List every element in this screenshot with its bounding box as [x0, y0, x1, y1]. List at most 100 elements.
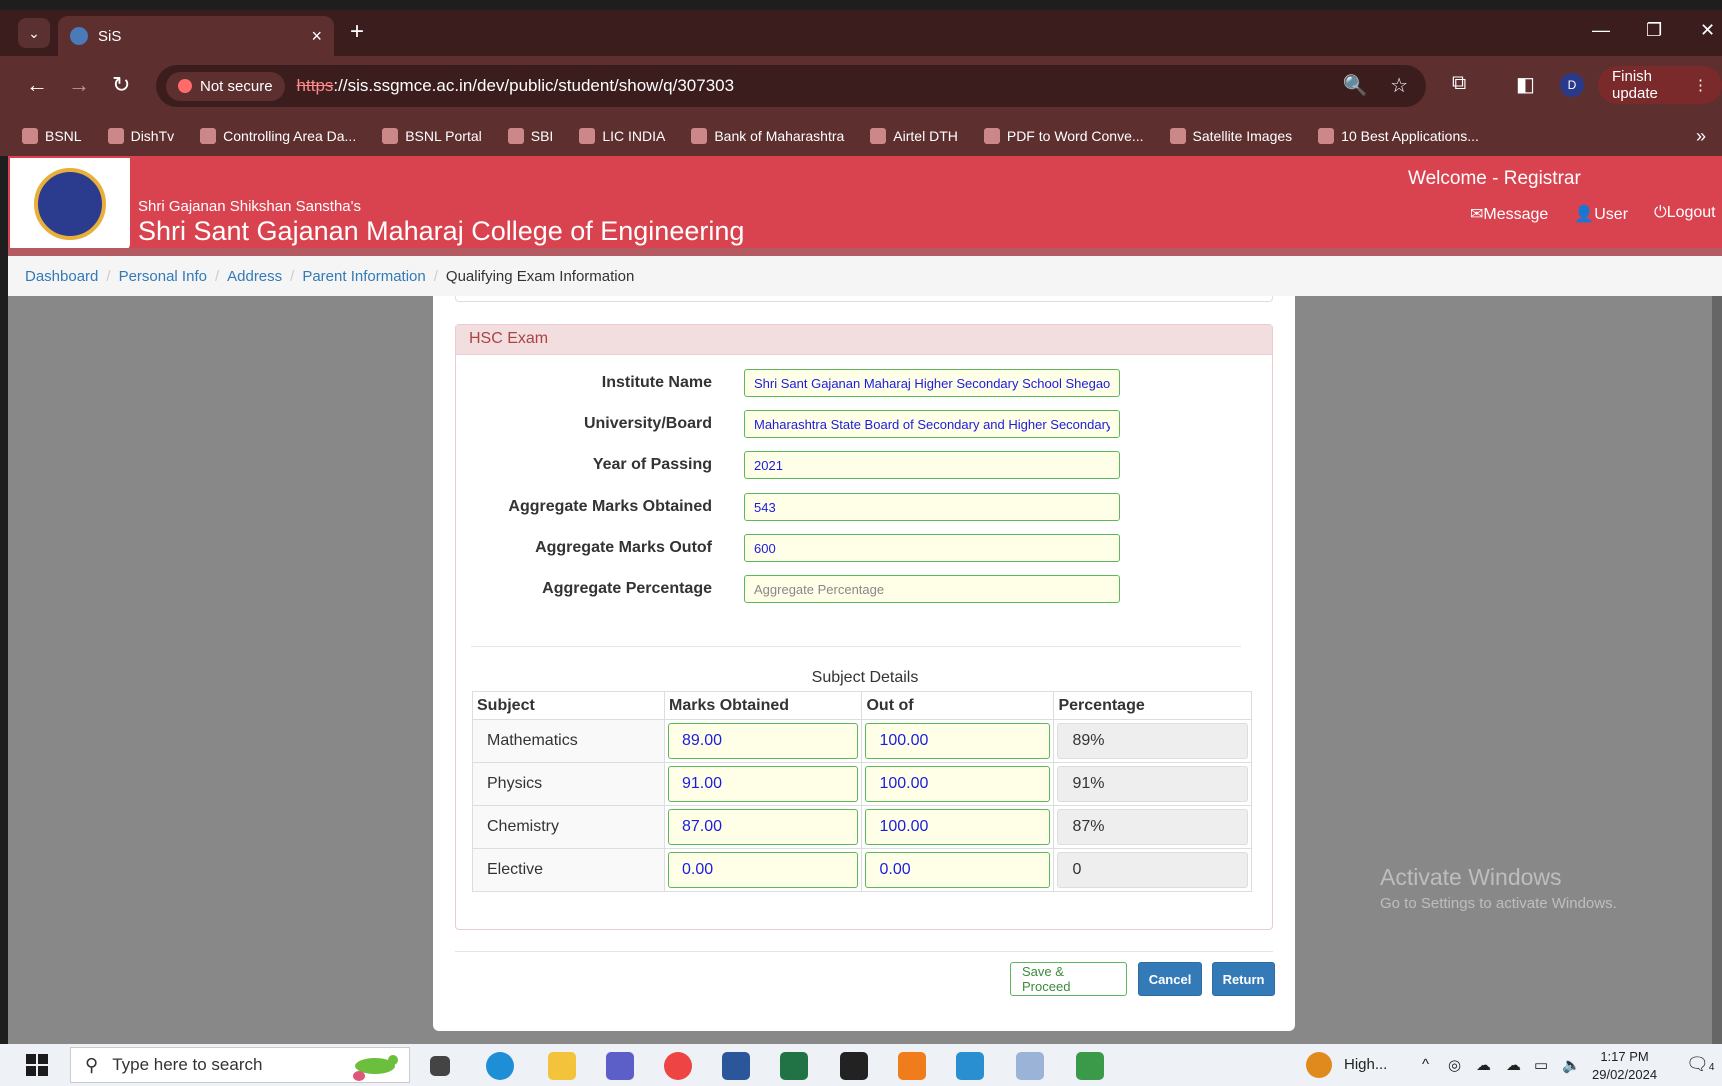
omnibox-icons: 🔍 ☆	[1343, 73, 1408, 98]
file-explorer-icon[interactable]	[548, 1052, 576, 1080]
network-icon[interactable]: ◎	[1448, 1056, 1461, 1074]
out-of-input[interactable]: 100.00	[865, 809, 1051, 845]
chevron-up-icon[interactable]: ^	[1422, 1056, 1429, 1073]
tab-search-button[interactable]: ⌄	[18, 18, 50, 48]
field-input[interactable]	[744, 369, 1120, 397]
return-button[interactable]: Return	[1212, 962, 1275, 996]
onedrive-icon[interactable]: ☁	[1476, 1056, 1491, 1074]
bookmark-item[interactable]: Controlling Area Da...	[200, 128, 356, 144]
percentage-readonly-cell: 89%	[1053, 719, 1252, 763]
back-icon[interactable]: ←	[26, 72, 48, 98]
breadcrumb-separator: /	[433, 267, 438, 285]
teams-icon[interactable]	[606, 1052, 634, 1080]
close-tab-icon[interactable]: ×	[311, 26, 322, 47]
url-text: ://sis.ssgmce.ac.in/dev/public/student/s…	[333, 76, 735, 95]
out-of-input[interactable]: 100.00	[865, 766, 1051, 802]
word-icon[interactable]	[722, 1052, 750, 1080]
windows-start-icon[interactable]	[26, 1054, 48, 1076]
table-row: Mathematics 89.00 100.00 89%	[472, 719, 1252, 763]
side-panel-icon[interactable]: ◧	[1516, 72, 1535, 97]
bookmark-favicon-icon	[1318, 128, 1335, 144]
cloud-icon[interactable]: ☁	[1506, 1056, 1521, 1074]
bookmark-item[interactable]: SBI	[507, 128, 553, 144]
paint-icon[interactable]	[1016, 1052, 1044, 1080]
cancel-button[interactable]: Cancel	[1138, 962, 1202, 996]
breadcrumb-separator: /	[290, 267, 295, 285]
breadcrumb-link[interactable]: Dashboard	[25, 268, 98, 285]
breadcrumb-link[interactable]: Parent Information	[302, 268, 425, 285]
field-input[interactable]	[744, 534, 1120, 562]
sublime-icon[interactable]	[898, 1052, 926, 1080]
forward-icon[interactable]: →	[68, 72, 90, 98]
notification-icon[interactable]: 🗨4	[1686, 1054, 1714, 1075]
edge-icon[interactable]	[486, 1052, 514, 1080]
extensions-icon[interactable]: ⧉	[1452, 72, 1466, 95]
out-of-input[interactable]: 0.00	[865, 852, 1051, 888]
panel-heading: HSC Exam	[456, 325, 1272, 355]
star-icon[interactable]: ☆	[1390, 75, 1408, 97]
bookmark-item[interactable]: Bank of Maharashtra	[691, 128, 844, 144]
more-bookmarks-icon[interactable]: »	[1696, 126, 1706, 147]
clock[interactable]: 1:17 PM 29/02/2024	[1592, 1048, 1657, 1084]
field-input[interactable]	[744, 575, 1120, 603]
watermark-line1: Activate Windows	[1380, 864, 1562, 890]
bookmark-item[interactable]: BSNL	[22, 128, 82, 144]
finish-update-button[interactable]: Finish update ⋮	[1598, 66, 1722, 104]
chrome-icon[interactable]	[664, 1052, 692, 1080]
tab-sis[interactable]: SiS ×	[58, 16, 334, 56]
bookmark-item[interactable]: Airtel DTH	[870, 128, 958, 144]
scrollbar[interactable]	[1712, 296, 1722, 1044]
restore-icon[interactable]: ❐	[1646, 20, 1662, 41]
bookmark-item[interactable]: DishTv	[107, 128, 174, 144]
close-window-icon[interactable]: ✕	[1700, 20, 1715, 41]
powershell-icon[interactable]	[956, 1052, 984, 1080]
weather-icon[interactable]	[1306, 1052, 1332, 1078]
form-row: University/Board	[456, 410, 1274, 438]
out-of-input[interactable]: 100.00	[865, 723, 1051, 759]
form-row: Aggregate Percentage	[456, 575, 1274, 603]
bookmark-label: PDF to Word Conve...	[1006, 128, 1144, 144]
minimize-icon[interactable]: —	[1592, 20, 1610, 41]
bookmark-favicon-icon	[200, 128, 217, 144]
field-input[interactable]	[744, 410, 1120, 438]
profile-avatar[interactable]: D	[1560, 73, 1584, 97]
column-header: Percentage	[1053, 691, 1252, 720]
marks-obtained-input[interactable]: 91.00	[668, 766, 859, 802]
bookmark-item[interactable]: PDF to Word Conve...	[983, 128, 1144, 144]
display-icon[interactable]: ▭	[1534, 1056, 1548, 1074]
terminal-icon[interactable]	[840, 1052, 868, 1080]
form-row: Aggregate Marks Outof	[456, 534, 1274, 562]
save-proceed-button[interactable]: Save & Proceed	[1010, 962, 1127, 996]
bookmark-item[interactable]: BSNL Portal	[382, 128, 482, 144]
task-view-icon[interactable]	[430, 1056, 450, 1076]
bookmark-item[interactable]: Satellite Images	[1169, 128, 1292, 144]
bookmarks-bar: BSNL DishTv Controlling Area Da... BSNL Por…	[0, 116, 1722, 156]
app-icon[interactable]	[1076, 1052, 1104, 1080]
bookmark-item[interactable]: 10 Best Applications...	[1318, 128, 1479, 144]
volume-icon[interactable]: 🔈	[1562, 1056, 1581, 1074]
bookmark-label: Controlling Area Da...	[223, 128, 357, 144]
new-tab-button[interactable]: +	[350, 18, 364, 46]
address-bar[interactable]: Not secure https ://sis.ssgmce.ac.in/dev…	[156, 65, 1426, 107]
marks-obtained-input[interactable]: 0.00	[668, 852, 859, 888]
logout-link[interactable]: ⏻Logout	[1654, 204, 1716, 224]
taskbar-search[interactable]: ⚲ Type here to search	[70, 1047, 410, 1083]
user-icon: 👤	[1574, 206, 1595, 223]
not-secure-chip[interactable]: Not secure	[166, 71, 285, 101]
bookmark-item[interactable]: LIC INDIA	[579, 128, 665, 144]
field-input[interactable]	[744, 451, 1120, 479]
breadcrumb: Dashboard / Personal Info / Address / Parent I…	[8, 256, 1722, 296]
marks-obtained-input[interactable]: 89.00	[668, 723, 859, 759]
excel-icon[interactable]	[780, 1052, 808, 1080]
message-link[interactable]: ✉Message	[1470, 204, 1548, 224]
breadcrumb-link[interactable]: Address	[227, 268, 282, 285]
weather-text[interactable]: High...	[1344, 1056, 1387, 1073]
field-input[interactable]	[744, 493, 1120, 521]
breadcrumb-link[interactable]: Personal Info	[119, 268, 207, 285]
percentage-readonly: 87%	[1057, 809, 1248, 845]
zoom-icon[interactable]: 🔍	[1343, 75, 1368, 97]
user-link[interactable]: 👤User	[1574, 204, 1628, 224]
marks-obtained-input[interactable]: 87.00	[668, 809, 859, 845]
reload-icon[interactable]: ↻	[112, 72, 130, 98]
field-label: Year of Passing	[592, 456, 712, 473]
